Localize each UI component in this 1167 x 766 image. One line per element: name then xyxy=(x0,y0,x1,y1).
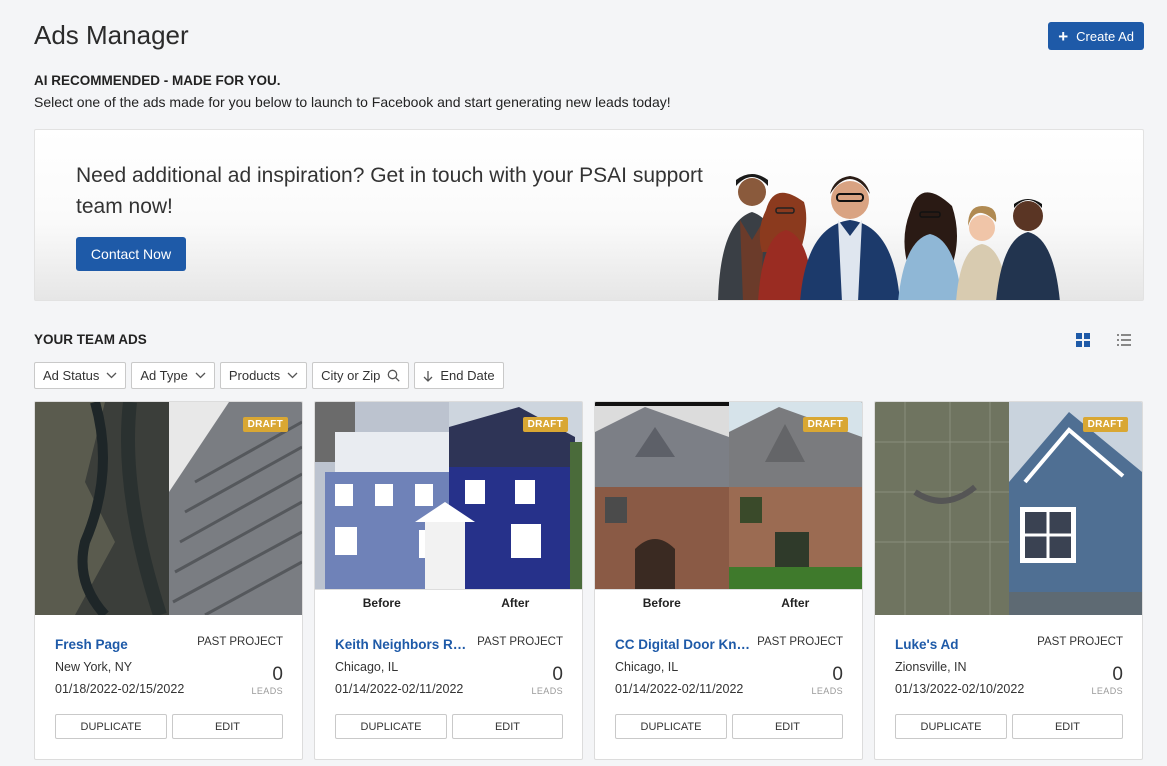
ad-name-link[interactable]: CC Digital Door Knock Ad xyxy=(615,637,751,652)
ad-status-label: PAST PROJECT xyxy=(757,636,843,648)
contact-now-button[interactable]: Contact Now xyxy=(76,237,186,271)
ad-name-link[interactable]: Fresh Page xyxy=(55,637,128,652)
before-label: Before xyxy=(642,596,681,610)
leads-count: 0 xyxy=(832,664,843,685)
ai-recommended-subtext: Select one of the ads made for you below… xyxy=(34,94,671,110)
duplicate-button[interactable]: DUPLICATE xyxy=(895,714,1007,739)
edit-button[interactable]: EDIT xyxy=(1012,714,1123,739)
ad-name-link[interactable]: Keith Neighbors Referral xyxy=(335,637,471,652)
before-after-bar: Before After xyxy=(595,589,862,615)
search-icon xyxy=(388,369,401,382)
filter-label: End Date xyxy=(440,368,495,383)
filter-bar: Ad Status Ad Type Products City or Zip E… xyxy=(34,362,504,389)
ad-name-link[interactable]: Luke's Ad xyxy=(895,637,958,652)
team-ads-title: YOUR TEAM ADS xyxy=(34,332,147,347)
filter-label: Products xyxy=(228,368,281,383)
draft-badge: DRAFT xyxy=(522,417,568,432)
filter-city-zip[interactable]: City or Zip xyxy=(312,362,410,389)
plus-icon: + xyxy=(1058,26,1069,46)
banner-text: Need additional ad inspiration? Get in t… xyxy=(76,164,703,218)
filter-end-date[interactable]: End Date xyxy=(414,362,504,389)
create-ad-button[interactable]: + Create Ad xyxy=(1048,22,1144,50)
edit-button[interactable]: EDIT xyxy=(452,714,563,739)
leads-count: 0 xyxy=(1112,664,1123,685)
ad-cards: DRAFT Fresh Page PAST PROJECT New York, … xyxy=(34,401,1143,760)
team-photo xyxy=(718,174,1060,300)
ad-dates: 01/13/2022-02/10/2022 xyxy=(895,682,1025,696)
leads-label: LEADS xyxy=(811,686,843,696)
filter-label: Ad Status xyxy=(43,368,100,383)
list-view-icon[interactable] xyxy=(1117,334,1131,346)
duplicate-button[interactable]: DUPLICATE xyxy=(615,714,727,739)
chevron-down-icon xyxy=(195,372,206,379)
filter-ad-type[interactable]: Ad Type xyxy=(131,362,215,389)
ad-dates: 01/14/2022-02/11/2022 xyxy=(615,682,744,696)
ad-card[interactable]: DRAFT Before After CC Digital Door Knock… xyxy=(594,401,863,760)
ad-status-label: PAST PROJECT xyxy=(197,636,283,648)
ad-card[interactable]: DRAFT Before After Keith Neighbors Refer… xyxy=(314,401,583,760)
after-label: After xyxy=(781,596,810,610)
ad-image: DRAFT xyxy=(875,402,1142,615)
duplicate-button[interactable]: DUPLICATE xyxy=(55,714,167,739)
ad-dates: 01/14/2022-02/11/2022 xyxy=(335,682,464,696)
filter-products[interactable]: Products xyxy=(219,362,308,389)
ad-location: New York, NY xyxy=(55,660,133,674)
edit-button[interactable]: EDIT xyxy=(172,714,283,739)
ad-image: DRAFT xyxy=(35,402,302,615)
after-label: After xyxy=(501,596,530,610)
duplicate-button[interactable]: DUPLICATE xyxy=(335,714,447,739)
leads-label: LEADS xyxy=(1091,686,1123,696)
before-after-bar: Before After xyxy=(315,589,582,615)
create-ad-label: Create Ad xyxy=(1076,28,1134,44)
leads-label: LEADS xyxy=(251,686,283,696)
ad-status-label: PAST PROJECT xyxy=(1037,636,1123,648)
filter-ad-status[interactable]: Ad Status xyxy=(34,362,127,389)
ad-card[interactable]: DRAFT Fresh Page PAST PROJECT New York, … xyxy=(34,401,303,760)
edit-button[interactable]: EDIT xyxy=(732,714,843,739)
draft-badge: DRAFT xyxy=(242,417,288,432)
ad-location: Chicago, IL xyxy=(335,660,399,674)
draft-badge: DRAFT xyxy=(1082,417,1128,432)
leads-label: LEADS xyxy=(531,686,563,696)
chevron-down-icon xyxy=(287,372,298,379)
leads-count: 0 xyxy=(552,664,563,685)
ad-location: Chicago, IL xyxy=(615,660,679,674)
ad-location: Zionsville, IN xyxy=(895,660,967,674)
arrow-down-icon xyxy=(423,370,433,382)
ad-status-label: PAST PROJECT xyxy=(477,636,563,648)
chevron-down-icon xyxy=(106,372,117,379)
ad-dates: 01/18/2022-02/15/2022 xyxy=(55,682,185,696)
ad-image: DRAFT Before After xyxy=(315,402,582,615)
before-label: Before xyxy=(362,596,401,610)
grid-view-icon[interactable] xyxy=(1076,333,1090,347)
ai-recommended-heading: AI RECOMMENDED - MADE FOR YOU. xyxy=(34,73,281,88)
ad-image: DRAFT Before After xyxy=(595,402,862,615)
page-title: Ads Manager xyxy=(34,20,189,50)
filter-label: City or Zip xyxy=(321,368,381,383)
filter-label: Ad Type xyxy=(140,368,188,383)
support-banner: Need additional ad inspiration? Get in t… xyxy=(34,129,1144,301)
ad-card[interactable]: DRAFT Luke's Ad PAST PROJECT Zionsville,… xyxy=(874,401,1143,760)
draft-badge: DRAFT xyxy=(802,417,848,432)
leads-count: 0 xyxy=(272,664,283,685)
